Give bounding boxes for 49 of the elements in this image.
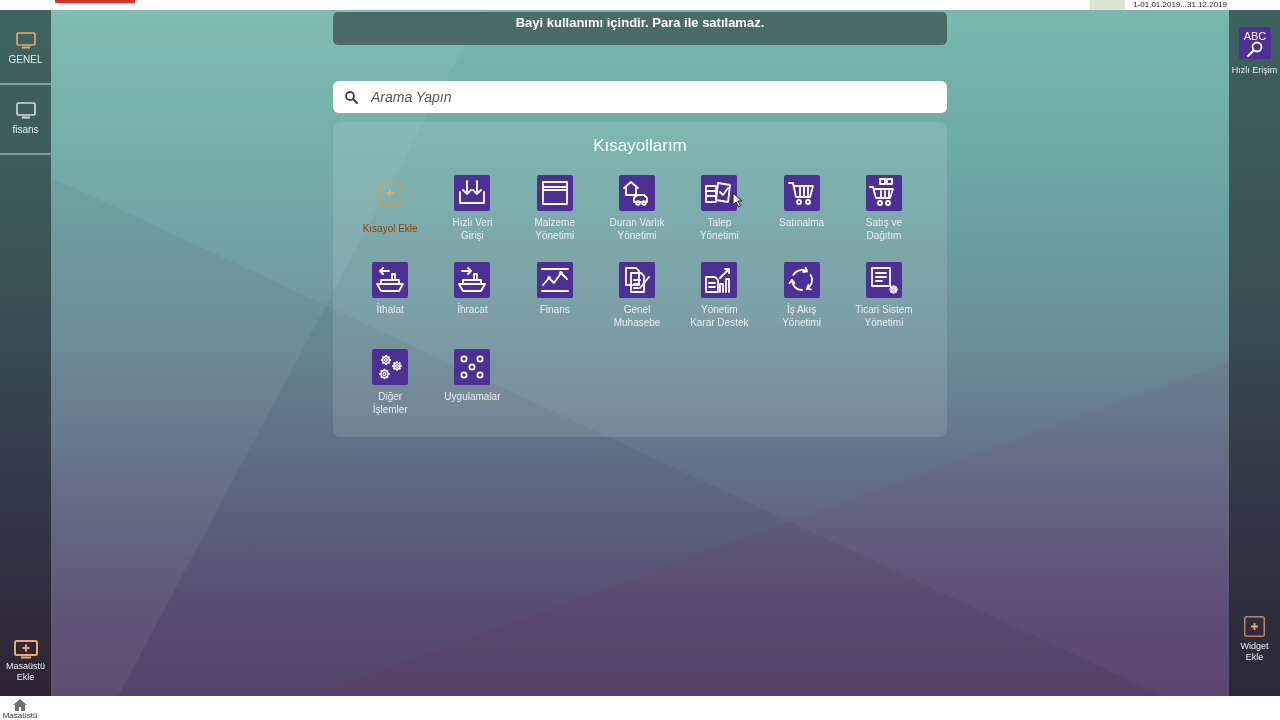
report-chart-icon — [701, 262, 738, 298]
period-label: 1-01.01.2019...31.12.2019 — [1133, 0, 1227, 10]
search-icon — [345, 91, 358, 104]
add-widget-button[interactable]: Widget Ekle — [1234, 616, 1275, 663]
shortcut-button[interactable]: İş Akış Yönetimi — [771, 262, 832, 329]
gears-icon — [372, 349, 409, 385]
search-field[interactable]: Arama Yapın — [333, 81, 947, 113]
shortcut-button[interactable]: Uygulamalar — [442, 349, 503, 403]
shortcut-button[interactable]: İthalat — [360, 262, 421, 316]
taskbar-button[interactable]: Masaüstü — [0, 696, 40, 720]
plus-square-icon — [1244, 616, 1265, 637]
download-tray-icon — [454, 175, 491, 211]
shortcut-button[interactable]: Malzeme Yönetimi — [524, 175, 585, 242]
shortcut-button[interactable]: Hızlı Veri Girişi — [442, 175, 503, 242]
shortcut-button[interactable]: Satınalma — [771, 175, 832, 229]
monitor-icon — [15, 102, 36, 119]
shortcut-button[interactable]: Genel Muhasebe — [607, 262, 668, 329]
house-car-icon — [619, 175, 656, 211]
shortcut-button[interactable]: Satış ve Dağıtım — [853, 175, 914, 242]
monitor-plus-icon — [13, 640, 38, 659]
shortcut-button[interactable]: İhracat — [442, 262, 503, 316]
clipboard-check-icon — [701, 175, 738, 211]
cycle-arrows-icon — [783, 262, 820, 298]
desktop-tab[interactable]: fisans — [0, 85, 51, 155]
add-shortcut-button[interactable]: Kısayol Ekle — [360, 175, 421, 235]
shortcut-button[interactable]: Diğer İşlemler — [360, 349, 421, 416]
shortcut-button[interactable]: Finans — [524, 262, 585, 316]
cart-boxes-icon — [865, 175, 902, 211]
plus-square-icon — [378, 181, 403, 205]
monitor-icon — [15, 32, 36, 49]
shortcut-button[interactable]: Talep Yönetimi — [689, 175, 750, 242]
quick-access-button[interactable]: ABC Hızlı Erişim — [1229, 27, 1280, 76]
pointer-cursor-icon — [732, 192, 743, 208]
notice-banner: Bayi kullanımı içindir. Para ile satılamaz. — [333, 12, 947, 45]
dots-icon — [454, 349, 491, 385]
desktop-tab[interactable]: GENEL — [0, 15, 51, 85]
panel-title: Kısayollarım — [593, 135, 687, 157]
shortcut-button[interactable]: Duran Varlık Yönetimi — [607, 175, 668, 242]
window-icon — [536, 175, 573, 211]
cart-icon — [783, 175, 820, 211]
line-chart-icon — [536, 262, 573, 298]
home-icon — [13, 699, 27, 711]
documents-pen-icon — [619, 262, 656, 298]
add-desktop-button[interactable]: Masaüstü Ekle — [0, 640, 51, 683]
document-gear-icon — [865, 262, 902, 298]
shortcut-button[interactable]: Yönetim Karar Destek — [689, 262, 750, 329]
shortcut-button[interactable]: Ticari Sistem Yönetimi — [853, 262, 914, 329]
abc-search-icon: ABC — [1238, 27, 1271, 59]
status-field — [1090, 0, 1126, 10]
